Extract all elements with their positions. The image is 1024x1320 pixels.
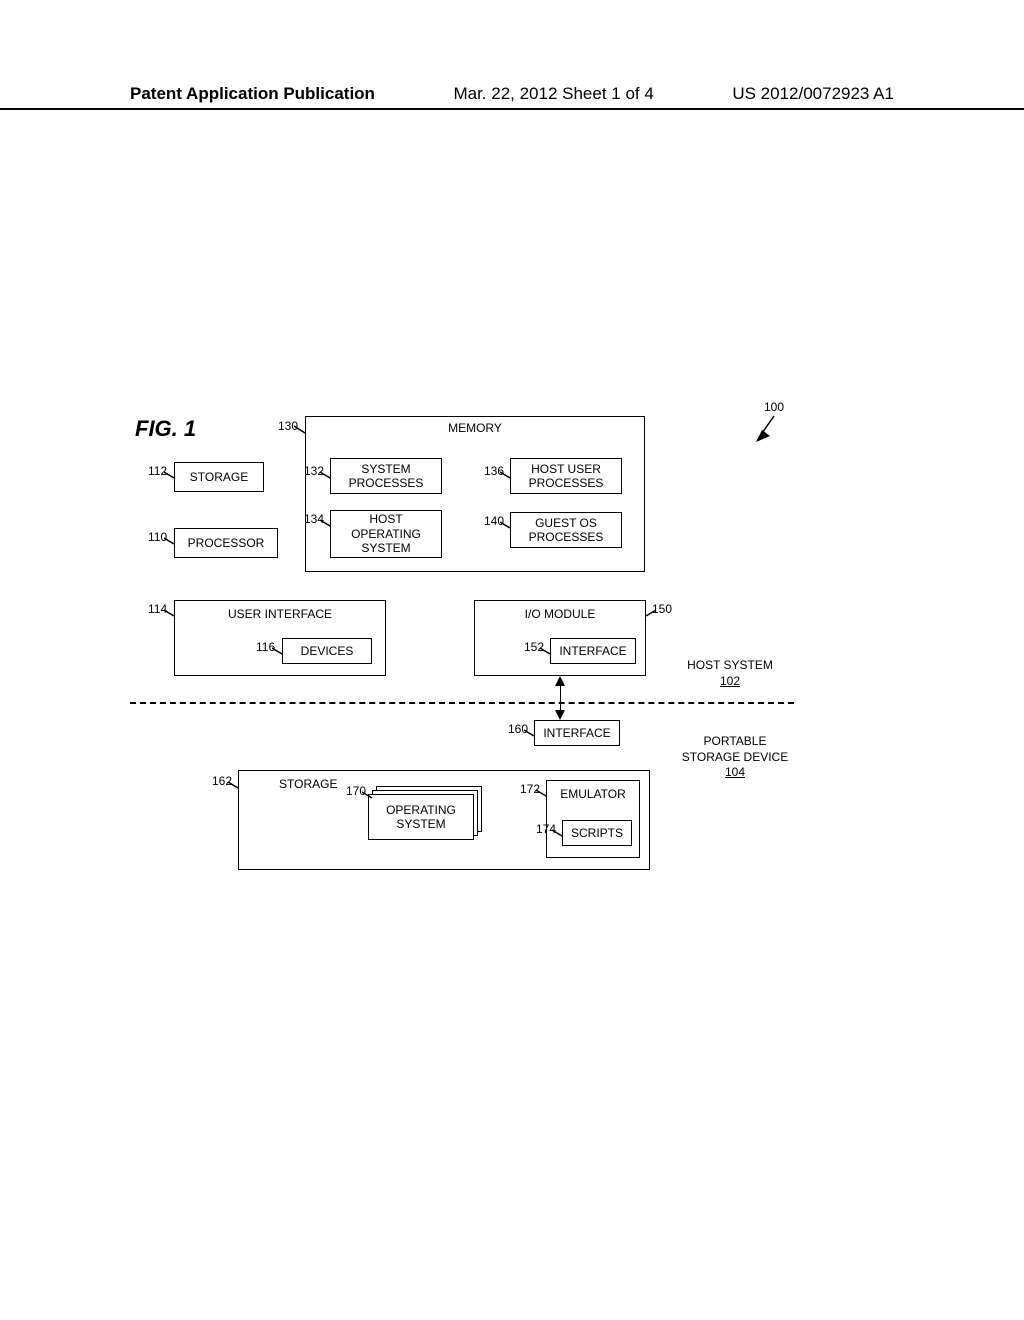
page-header: Patent Application Publication Mar. 22, …: [0, 84, 1024, 110]
lead-152-icon: [540, 644, 554, 658]
arrow-100-icon: [756, 412, 796, 442]
arrow-up-icon: [555, 676, 565, 686]
lead-170-icon: [362, 788, 376, 802]
separator-line: [130, 702, 794, 704]
lead-134-icon: [320, 516, 334, 530]
figure-diagram: FIG. 1 100 MEMORY 130 SYSTEM PROCESSES 1…: [130, 416, 890, 886]
emulator-label: EMULATOR: [560, 787, 626, 801]
portable-region: PORTABLE STORAGE DEVICE 104: [670, 734, 800, 781]
lead-174-icon: [552, 826, 566, 840]
devices-box: DEVICES: [282, 638, 372, 664]
header-left: Patent Application Publication: [130, 84, 375, 104]
portable-label: PORTABLE STORAGE DEVICE: [682, 734, 788, 764]
operating-system-box: OPERATING SYSTEM: [368, 794, 474, 840]
guest-os-processes-box: GUEST OS PROCESSES: [510, 512, 622, 548]
lead-140-icon: [500, 518, 514, 532]
header-center: Mar. 22, 2012 Sheet 1 of 4: [453, 84, 653, 104]
interface-bottom-box: INTERFACE: [534, 720, 620, 746]
io-module-label: I/O MODULE: [525, 607, 596, 621]
host-user-processes-label: HOST USER PROCESSES: [529, 462, 604, 491]
storage-box: STORAGE: [174, 462, 264, 492]
devices-label: DEVICES: [301, 644, 354, 658]
lead-110-icon: [164, 534, 178, 548]
system-processes-label: SYSTEM PROCESSES: [349, 462, 424, 491]
header-row: Patent Application Publication Mar. 22, …: [0, 84, 1024, 104]
interface-top-label: INTERFACE: [559, 644, 626, 658]
host-os-box: HOST OPERATING SYSTEM: [330, 510, 442, 558]
host-system-ref: 102: [720, 674, 740, 688]
memory-label: MEMORY: [448, 421, 502, 435]
interface-top-box: INTERFACE: [550, 638, 636, 664]
lead-112-icon: [164, 468, 178, 482]
processor-label: PROCESSOR: [188, 536, 265, 550]
interface-bottom-label: INTERFACE: [543, 726, 610, 740]
storage-label: STORAGE: [190, 470, 248, 484]
guest-os-processes-label: GUEST OS PROCESSES: [529, 516, 604, 545]
host-os-label: HOST OPERATING SYSTEM: [351, 512, 421, 555]
lead-136-icon: [500, 468, 514, 482]
lead-150-icon: [642, 606, 656, 620]
lead-162-icon: [228, 778, 242, 792]
lead-132-icon: [320, 468, 334, 482]
processor-box: PROCESSOR: [174, 528, 278, 558]
emulator-box: EMULATOR: [546, 780, 640, 858]
host-system-label: HOST SYSTEM: [687, 658, 773, 672]
host-system-region: HOST SYSTEM 102: [670, 658, 790, 689]
scripts-box: SCRIPTS: [562, 820, 632, 846]
arrow-down-icon: [555, 710, 565, 720]
user-interface-label: USER INTERFACE: [228, 607, 332, 621]
host-user-processes-box: HOST USER PROCESSES: [510, 458, 622, 494]
lead-172-icon: [536, 786, 550, 800]
scripts-label: SCRIPTS: [571, 826, 623, 840]
lead-130-icon: [294, 422, 308, 436]
figure-label: FIG. 1: [135, 416, 196, 442]
portable-ref: 104: [725, 765, 745, 779]
system-processes-box: SYSTEM PROCESSES: [330, 458, 442, 494]
lead-114-icon: [164, 606, 178, 620]
lead-116-icon: [272, 644, 286, 658]
operating-system-label: OPERATING SYSTEM: [386, 803, 456, 832]
lead-160-icon: [524, 726, 538, 740]
header-right: US 2012/0072923 A1: [732, 84, 894, 104]
storage-bottom-label: STORAGE: [279, 777, 337, 791]
